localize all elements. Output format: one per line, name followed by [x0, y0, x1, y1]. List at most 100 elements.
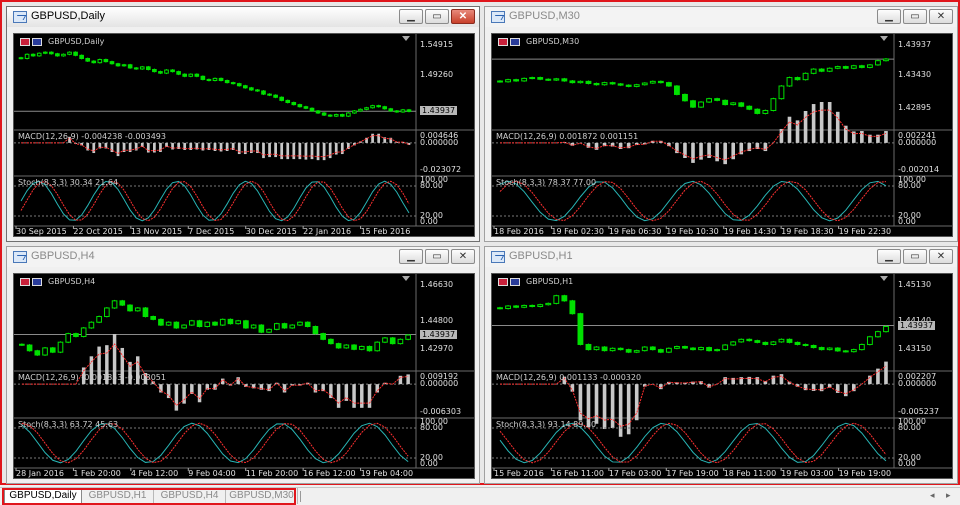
current-price-tag: 1.43937	[898, 320, 936, 330]
chart-window-h1[interactable]: GBPUSD,H1 ▁▭✕ GBPUSD,H11.451301.441401.439…	[484, 246, 958, 484]
candle-body	[746, 338, 753, 342]
candle-body	[746, 105, 753, 110]
window-title: GBPUSD,Daily	[31, 10, 105, 22]
candle-body	[405, 334, 411, 340]
maximize-button[interactable]: ▭	[425, 249, 449, 264]
candle-body	[79, 54, 84, 59]
candle-body	[577, 313, 584, 345]
macd-axis-label: -0.005237	[898, 407, 940, 416]
candle-body	[285, 99, 291, 104]
title-bar[interactable]: GBPUSD,H4 ▁ ▭ ✕	[7, 247, 479, 267]
price-axis-label: 1.42970	[420, 343, 454, 353]
candle-body	[303, 106, 309, 109]
maximize-button[interactable]: ▭	[903, 249, 927, 264]
close-button[interactable]: ✕	[929, 9, 953, 24]
tab-gbpusd-h4[interactable]: GBPUSD,H4	[154, 488, 226, 504]
candle-body	[351, 344, 357, 350]
candle-body	[103, 59, 109, 63]
candle-body	[786, 338, 793, 343]
symbol-flag-icon	[20, 38, 30, 46]
title-bar[interactable]: GBPUSD,M30 ▁ ▭ ✕	[485, 7, 957, 27]
title-bar[interactable]: GBPUSD,H1 ▁ ▭ ✕	[485, 247, 957, 267]
candle-body	[545, 302, 552, 306]
minimize-button[interactable]: ▁	[399, 249, 423, 264]
time-axis-label: 19 Feb 03:00	[781, 469, 834, 478]
title-bar[interactable]: GBPUSD,Daily ▁ ▭ ✕	[7, 7, 479, 27]
candle-body	[65, 333, 72, 343]
candle-body	[657, 80, 664, 84]
candle-body	[328, 338, 334, 345]
candle-body	[224, 79, 230, 84]
maximize-button[interactable]: ▭	[903, 9, 927, 24]
candle-body	[537, 77, 544, 80]
stoch-axis-label: 80.00	[420, 181, 443, 190]
candle-body	[304, 321, 311, 327]
chart-shift-marker-icon	[402, 36, 410, 41]
minimize-button[interactable]: ▁	[877, 249, 901, 264]
chart-window-m30[interactable]: GBPUSD,M30 ▁ ▭ ✕ GBPUSD,M30 1.43937 1.43430 1.4…	[484, 6, 958, 242]
candle-body	[826, 347, 833, 351]
candle-body	[657, 349, 664, 353]
window-title: GBPUSD,H1	[509, 250, 573, 262]
candle-body	[770, 341, 777, 345]
candle-body	[164, 69, 169, 74]
tab-gbpusd-m30[interactable]: GBPUSD,M30	[226, 488, 298, 504]
candle-body	[593, 346, 600, 351]
scroll-left-icon[interactable]: ◂	[930, 490, 935, 501]
candle-body	[18, 57, 24, 60]
candle-body	[133, 67, 139, 70]
window-title: GBPUSD,M30	[509, 10, 580, 22]
candle-body	[585, 343, 592, 351]
close-button[interactable]: ✕	[451, 9, 475, 24]
chart-symbol-label: GBPUSD,Daily	[48, 37, 105, 46]
minimize-button[interactable]: ▁	[399, 9, 423, 24]
price-chart[interactable]: GBPUSD,H4 1.46630 1.44800 1.43937 1.42970 MAC…	[13, 273, 475, 479]
candle-body	[158, 71, 163, 74]
candle-body	[633, 350, 640, 353]
candle-body	[73, 333, 79, 337]
chart-window-daily[interactable]: GBPUSD,Daily ▁ ▭ ✕ GBPUSD,Daily 1.54915 1.4926…	[6, 6, 480, 242]
candle-body	[505, 79, 511, 83]
candle-body	[127, 304, 133, 312]
close-button[interactable]: ✕	[929, 249, 953, 264]
tab-gbpusd-h1[interactable]: GBPUSD,H1	[82, 488, 154, 504]
candle-body	[104, 307, 110, 318]
candle-body	[194, 73, 200, 77]
chart-shift-marker-icon	[880, 36, 888, 41]
candle-body	[850, 349, 857, 353]
stoch-axis-label: 0.00	[420, 217, 438, 226]
candle-body	[96, 316, 102, 323]
price-chart[interactable]: GBPUSD,H11.451301.441401.439371.43150MAC…	[491, 273, 953, 479]
candle-body	[176, 71, 181, 75]
maximize-button[interactable]: ▭	[425, 9, 449, 24]
candle-body	[158, 318, 164, 326]
candle-body	[42, 347, 48, 356]
macd-axis-label: 0.000000	[420, 137, 459, 147]
time-axis-label: 19 Feb 02:30	[551, 227, 604, 236]
close-button[interactable]: ✕	[451, 249, 475, 264]
candle-body	[762, 109, 769, 114]
candle-body	[196, 320, 203, 327]
candle-body	[497, 80, 503, 83]
candle-body	[754, 340, 761, 343]
price-chart[interactable]: GBPUSD,Daily 1.54915 1.49260 1.43937 MACD(12…	[13, 33, 475, 237]
candle-body	[617, 347, 624, 351]
chart-window-icon	[13, 11, 27, 23]
candle-body	[109, 61, 115, 65]
candle-body	[358, 345, 365, 350]
scroll-right-icon[interactable]: ▸	[946, 490, 951, 501]
price-chart[interactable]: GBPUSD,M30 1.43937 1.43430 1.42895 MACD(12,2…	[491, 33, 953, 237]
candle-body	[698, 101, 704, 108]
stoch-main-line	[20, 180, 410, 222]
chart-window-h4[interactable]: GBPUSD,H4 ▁ ▭ ✕ GBPUSD,H4 1.46630 1.44800 1.439…	[6, 246, 480, 484]
candle-body	[786, 77, 793, 87]
tab-gbpusd-daily[interactable]: GBPUSD,Daily	[4, 488, 82, 504]
candle-body	[577, 80, 584, 84]
window-title: GBPUSD,H4	[31, 250, 95, 262]
candle-body	[529, 77, 536, 80]
minimize-button[interactable]: ▁	[877, 9, 901, 24]
candle-body	[810, 68, 817, 74]
time-axis-label: 15 Feb 2016	[360, 227, 411, 236]
candle-body	[255, 89, 260, 92]
candle-body	[243, 320, 249, 329]
